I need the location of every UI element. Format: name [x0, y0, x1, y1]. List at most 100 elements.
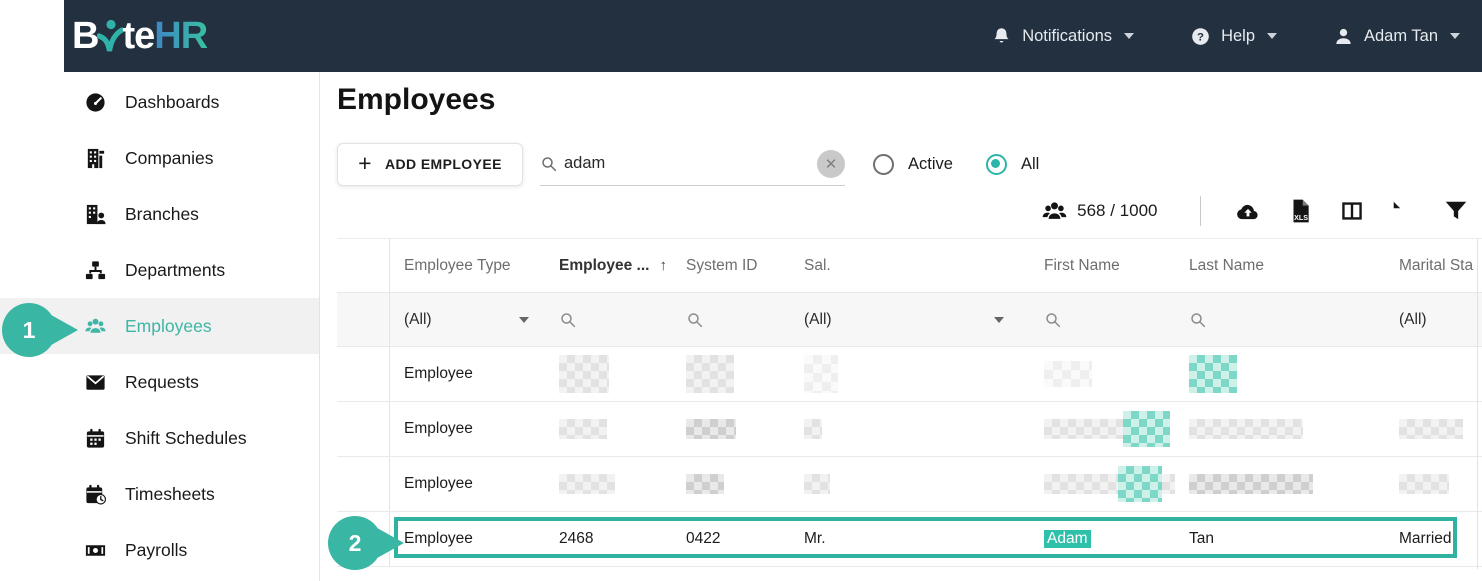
radio-all[interactable]: All [985, 153, 1040, 175]
sort-ascending-icon: ↑ [659, 257, 667, 274]
notifications-label: Notifications [1022, 26, 1113, 45]
banknote-icon [84, 539, 107, 562]
table-cell [1385, 347, 1482, 401]
add-employee-button[interactable]: + ADD EMPLOYEE [337, 142, 523, 186]
help-menu[interactable]: Help [1190, 26, 1277, 47]
logo-text-te: te [122, 15, 155, 57]
redacted-data-block [559, 419, 607, 439]
sidebar-item-label: Companies [125, 147, 214, 168]
column-chooser-button[interactable] [1339, 198, 1365, 224]
table-row[interactable]: Employee [337, 402, 1482, 457]
column-header-first-name[interactable]: First Name [1020, 239, 1175, 292]
user-menu[interactable]: Adam Tan [1333, 26, 1460, 47]
filter-search-input[interactable] [545, 293, 672, 346]
refresh-icon [1391, 198, 1417, 224]
column-chooser-icon [1339, 198, 1365, 224]
chevron-down-icon [1124, 33, 1135, 39]
table-cell [337, 402, 390, 456]
redacted-data-block [804, 474, 830, 494]
status-radio-group: Active All [873, 153, 1072, 175]
filter-search-input[interactable] [1020, 293, 1175, 346]
main-content: Employees + ADD EMPLOYEE ✕ Active All 568… [321, 72, 1482, 581]
filter-search-input[interactable] [672, 293, 790, 346]
bell-icon [991, 26, 1012, 47]
search-input[interactable] [564, 154, 817, 173]
table-row-highlighted[interactable]: Employee 2468 0422 Mr. Adam Tan Married [337, 512, 1482, 567]
filter-select[interactable]: (All) [790, 293, 1020, 346]
search-icon [686, 311, 704, 329]
plus-icon: + [358, 149, 372, 176]
search-box: ✕ [540, 143, 845, 186]
radio-circle [873, 153, 894, 175]
app-logo: Bte HR [72, 15, 208, 57]
search-icon [1044, 311, 1062, 329]
calendar-icon [84, 427, 107, 450]
column-header-sal[interactable]: Sal. [790, 239, 1020, 292]
sidebar-item-shift-schedules[interactable]: Shift Schedules [0, 410, 319, 466]
table-cell: Employee [404, 530, 473, 547]
search-icon [559, 311, 577, 329]
sidebar-item-requests[interactable]: Requests [0, 354, 319, 410]
table-cell: 0422 [686, 530, 721, 547]
redacted-data-block [1399, 474, 1449, 494]
table-cell [790, 402, 1020, 456]
table-cell [672, 347, 790, 401]
clear-search-button[interactable]: ✕ [817, 149, 845, 178]
table-header-row: Employee Type Employee ... ↑ System ID Sal. F… [337, 239, 1482, 293]
sidebar-item-timesheets[interactable]: Timesheets [0, 466, 319, 522]
table-cell [1020, 457, 1175, 511]
sidebar-item-payrolls[interactable]: Payrolls [0, 522, 319, 578]
table-row[interactable]: Employee [337, 347, 1482, 402]
building-icon [84, 147, 107, 170]
notifications-menu[interactable]: Notifications [991, 26, 1135, 47]
table-row[interactable]: Employee [337, 457, 1482, 512]
redacted-data-block [804, 355, 838, 393]
table-cell [1175, 347, 1385, 401]
sidebar-item-departments[interactable]: Departments [0, 242, 319, 298]
table-cell [672, 457, 790, 511]
chevron-down-icon [1450, 33, 1460, 39]
export-xls-button[interactable] [1287, 198, 1313, 224]
user-icon [1333, 26, 1354, 47]
sidebar-item-branches[interactable]: Branches [0, 186, 319, 242]
table-cell: Employee [404, 365, 473, 382]
sidebar-item-dashboards[interactable]: Dashboards [0, 74, 319, 130]
table-cell [1020, 347, 1175, 401]
redacted-data-block [686, 355, 734, 393]
table-filter-row: (All) (All) (All) [337, 293, 1482, 347]
table-cell [790, 347, 1020, 401]
column-header-last-name[interactable]: Last Name [1175, 239, 1385, 292]
refresh-button[interactable] [1391, 198, 1417, 224]
table-cell [1175, 402, 1385, 456]
people-icon [1041, 198, 1068, 225]
redacted-data-block [1189, 419, 1303, 439]
column-header-system-id[interactable]: System ID [672, 239, 790, 292]
redacted-data-block [559, 474, 615, 494]
table-cell [672, 402, 790, 456]
filter-select[interactable]: (All) [390, 293, 545, 346]
sidebar-item-companies[interactable]: Companies [0, 130, 319, 186]
table-cell [337, 347, 390, 401]
column-header-marital-sta[interactable]: Marital Sta [1385, 239, 1482, 292]
sidebar-item-label: Departments [125, 259, 226, 280]
table-cell [337, 512, 390, 566]
table-cell: 2468 [559, 530, 594, 547]
help-icon [1190, 26, 1211, 47]
sidebar-item-employees[interactable]: Employees [0, 298, 319, 354]
calendar-clock-icon [84, 483, 107, 506]
column-header-employee[interactable]: Employee ... ↑ [545, 239, 672, 292]
org-chart-icon [84, 259, 107, 282]
filter-search-input[interactable] [1175, 293, 1385, 346]
sidebar-item-label: Branches [125, 203, 199, 224]
sidebar: Dashboards Companies Branches Departments Em… [0, 72, 320, 581]
filter-button[interactable] [1443, 198, 1469, 224]
record-count: 568 / 1000 [1041, 198, 1158, 225]
column-header-employee-type[interactable]: Employee Type [390, 239, 545, 292]
filter-select[interactable]: (All) [1385, 293, 1482, 346]
radio-circle [985, 153, 1007, 175]
toolbar-divider [1199, 196, 1201, 226]
radio-active[interactable]: Active [873, 153, 953, 175]
redacted-data-block [1123, 411, 1170, 447]
upload-cloud-button[interactable] [1235, 198, 1261, 224]
radio-label: All [1020, 154, 1040, 173]
